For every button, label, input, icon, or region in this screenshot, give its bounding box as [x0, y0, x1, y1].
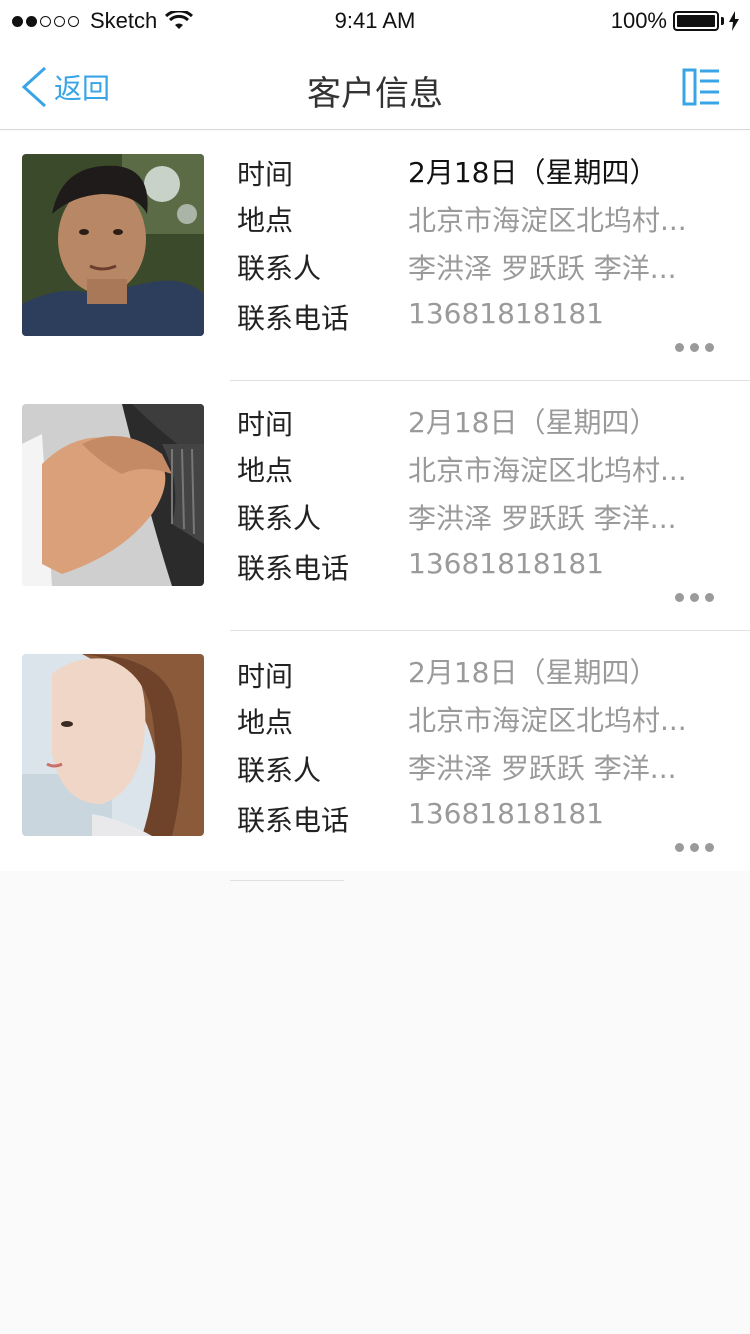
customer-card[interactable]: 时间 地点 联系人 联系电话 2月18日（星期四） 北京市海淀区北坞村... 李…: [0, 131, 750, 381]
dot-icon: [675, 343, 684, 352]
divider: [230, 880, 344, 881]
dot-icon: [690, 843, 699, 852]
place-value: 北京市海淀区北坞村...: [408, 454, 687, 487]
phone-label: 联系电话: [237, 302, 350, 335]
dot-icon: [675, 843, 684, 852]
dot-icon: [705, 343, 714, 352]
date-value: 2月18日（星期四）: [408, 156, 658, 189]
nav-bar: 返回 客户信息: [0, 40, 750, 130]
time-label: 时间: [237, 158, 294, 191]
customer-card[interactable]: 时间 地点 联系人 联系电话 2月18日（星期四） 北京市海淀区北坞村... 李…: [0, 381, 750, 631]
place-label: 地点: [237, 204, 294, 237]
phone-value[interactable]: 13681818181: [408, 297, 604, 330]
customer-photo: [22, 654, 204, 836]
dot-icon: [705, 593, 714, 602]
date-value: 2月18日（星期四）: [408, 656, 658, 689]
dot-icon: [690, 343, 699, 352]
customer-photo: [22, 404, 204, 586]
time-label: 时间: [237, 660, 294, 693]
place-value: 北京市海淀区北坞村...: [408, 204, 687, 237]
dot-icon: [675, 593, 684, 602]
contacts-value: 李洪泽 罗跃跃 李洋...: [408, 502, 677, 535]
dot-icon: [690, 593, 699, 602]
man-portrait-image: [22, 154, 204, 336]
time-label: 时间: [237, 408, 294, 441]
contact-label: 联系人: [237, 502, 322, 535]
screen: Sketch 9:41 AM 100% 返回 客户信息 时间 地点 联系人 联系…: [0, 0, 750, 1334]
customer-photo: [22, 154, 204, 336]
contacts-value: 李洪泽 罗跃跃 李洋...: [408, 252, 677, 285]
list-view-icon: [682, 68, 719, 106]
phone-label: 联系电话: [237, 804, 350, 837]
more-options-button[interactable]: [669, 343, 714, 352]
battery-tip: [721, 17, 724, 25]
handshake-image: [22, 404, 204, 586]
phone-value[interactable]: 13681818181: [408, 797, 604, 830]
list-menu-button[interactable]: [682, 68, 720, 110]
place-label: 地点: [237, 454, 294, 487]
battery-group: 100%: [611, 8, 740, 34]
status-bar: Sketch 9:41 AM 100%: [0, 0, 750, 40]
contact-label: 联系人: [237, 754, 322, 787]
customer-list: 时间 地点 联系人 联系电话 2月18日（星期四） 北京市海淀区北坞村... 李…: [0, 131, 750, 881]
more-options-button[interactable]: [669, 593, 714, 602]
woman-portrait-image: [22, 654, 204, 836]
charging-bolt-icon: [729, 11, 739, 31]
battery-percent: 100%: [610, 8, 667, 33]
customer-card[interactable]: 时间 地点 联系人 联系电话 2月18日（星期四） 北京市海淀区北坞村... 李…: [0, 631, 750, 881]
contacts-value: 李洪泽 罗跃跃 李洋...: [408, 752, 677, 785]
phone-label: 联系电话: [237, 552, 350, 585]
place-value: 北京市海淀区北坞村...: [408, 704, 687, 737]
dot-icon: [705, 843, 714, 852]
phone-value[interactable]: 13681818181: [408, 547, 604, 580]
more-options-button[interactable]: [669, 843, 714, 852]
contact-label: 联系人: [237, 252, 322, 285]
date-value: 2月18日（星期四）: [408, 406, 658, 439]
page-title: 客户信息: [307, 74, 443, 114]
place-label: 地点: [237, 706, 294, 739]
battery-icon: [673, 11, 719, 31]
